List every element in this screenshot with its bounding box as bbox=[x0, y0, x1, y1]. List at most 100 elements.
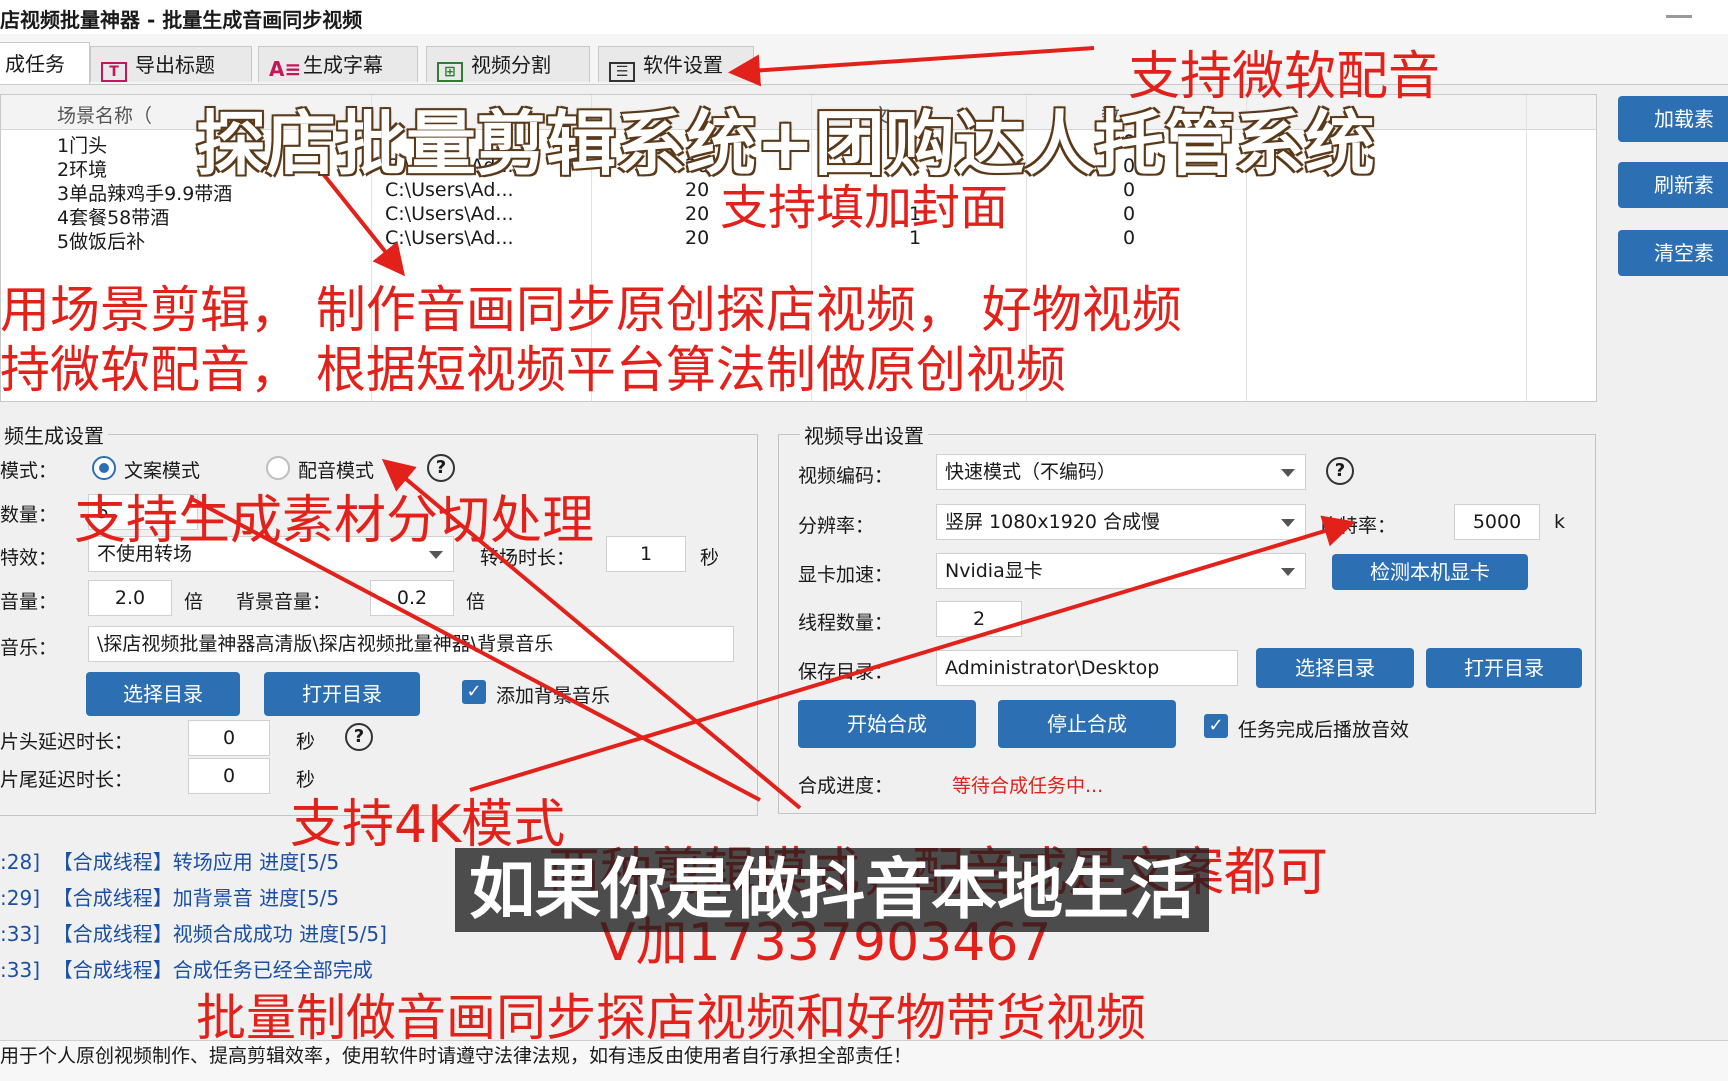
cell-count: 0 bbox=[1123, 203, 1136, 225]
log-timestamp: :33] bbox=[0, 958, 40, 982]
gpu-label: 显卡加速： bbox=[798, 564, 894, 586]
title-icon: T bbox=[101, 62, 127, 82]
annotation-split: 支持生成素材分切处理 bbox=[74, 491, 595, 551]
transition-duration-input[interactable]: 1 bbox=[606, 536, 686, 572]
tab-label: 视频分割 bbox=[471, 53, 551, 77]
log-line: :29] 【合成线程】加背景音 进度[5/5 bbox=[0, 882, 339, 911]
bg-volume-unit: 倍 bbox=[466, 591, 486, 613]
log-timestamp: :33] bbox=[0, 922, 40, 946]
tab-label: 导出标题 bbox=[135, 53, 215, 77]
save-choose-dir-button[interactable]: 选择目录 bbox=[1256, 648, 1414, 688]
overlay-title: 探店批量剪辑系统+团购达人托管系统 bbox=[196, 103, 1375, 185]
bitrate-unit: k bbox=[1554, 511, 1566, 533]
tab-label: 成任务 bbox=[5, 52, 65, 76]
cell-scene-name: 4套餐58带酒 bbox=[57, 207, 170, 229]
music-choose-dir-button[interactable]: 选择目录 bbox=[86, 672, 240, 716]
log-line: :33] 【合成线程】视频合成成功 进度[5/5] bbox=[0, 918, 387, 947]
tab-subtitle[interactable]: A≡生成字幕 bbox=[258, 46, 418, 82]
add-bg-music-checkbox[interactable]: ✓ bbox=[462, 680, 486, 704]
tab-label: 生成字幕 bbox=[303, 53, 383, 77]
cell-scene-name: 2环境 bbox=[57, 159, 108, 181]
volume-input[interactable]: 2.0 bbox=[88, 580, 172, 616]
start-compose-button[interactable]: 开始合成 bbox=[798, 700, 976, 748]
tab-settings[interactable]: ☰ 软件设置 bbox=[598, 46, 754, 82]
mode-text-radio[interactable] bbox=[92, 456, 116, 480]
chevron-down-icon bbox=[1281, 519, 1295, 527]
tab-export-title[interactable]: T 导出标题 bbox=[90, 46, 252, 82]
save-open-dir-button[interactable]: 打开目录 bbox=[1426, 648, 1582, 688]
chevron-down-icon bbox=[1281, 568, 1295, 576]
window-title: 店视频批量神器 - 批量生成音画同步视频 bbox=[0, 8, 363, 32]
tab-split[interactable]: ⊞ 视频分割 bbox=[426, 46, 590, 82]
codec-select[interactable]: 快速模式（不编码） bbox=[936, 454, 1306, 490]
help-icon[interactable]: ? bbox=[1326, 457, 1354, 485]
settings-icon: ☰ bbox=[609, 62, 635, 82]
cell-scene-name: 1门头 bbox=[57, 135, 108, 157]
resolution-label: 分辨率： bbox=[798, 515, 875, 537]
bitrate-label: 比特率： bbox=[1320, 515, 1397, 537]
split-icon: ⊞ bbox=[437, 62, 463, 82]
gpu-value: Nvidia显卡 bbox=[945, 560, 1043, 582]
log-text: 【合成线程】视频合成成功 进度[5/5] bbox=[52, 922, 387, 946]
head-delay-input[interactable]: 0 bbox=[188, 720, 270, 756]
volume-unit: 倍 bbox=[184, 591, 204, 613]
head-delay-unit: 秒 bbox=[296, 731, 316, 753]
cell-path: C:\Users\Ad... bbox=[385, 203, 514, 225]
generate-settings-title: 频生成设置 bbox=[0, 420, 108, 449]
volume-label: 音量： bbox=[0, 591, 58, 613]
play-sound-checkbox[interactable]: ✓ bbox=[1204, 714, 1228, 738]
detect-gpu-button[interactable]: 检测本机显卡 bbox=[1332, 554, 1528, 590]
cell-path: C:\Users\Ad... bbox=[385, 227, 514, 249]
tail-delay-label: 片尾延迟时长： bbox=[0, 769, 134, 791]
export-settings-title: 视频导出设置 bbox=[800, 420, 928, 449]
minimize-button[interactable] bbox=[1666, 15, 1692, 18]
cell-count: 0 bbox=[1123, 227, 1136, 249]
help-icon[interactable]: ? bbox=[345, 723, 373, 751]
log-timestamp: :28] bbox=[0, 850, 40, 874]
resolution-select[interactable]: 竖屏 1080x1920 合成慢 bbox=[936, 504, 1306, 540]
effect-label: 特效： bbox=[0, 547, 58, 569]
clear-material-button[interactable]: 清空素 bbox=[1618, 230, 1728, 276]
load-material-button[interactable]: 加载素 bbox=[1618, 96, 1728, 142]
music-label: 音乐： bbox=[0, 637, 58, 659]
save-dir-label: 保存目录： bbox=[798, 661, 894, 683]
export-settings-group bbox=[778, 434, 1596, 814]
threads-label: 线程数量： bbox=[798, 612, 894, 634]
bg-volume-input[interactable]: 0.2 bbox=[370, 580, 454, 616]
bg-volume-label: 背景音量： bbox=[236, 591, 332, 613]
subtitle-icon: A≡ bbox=[269, 57, 302, 81]
video-caption: 如果你是做抖音本地生活 bbox=[455, 848, 1209, 932]
tab-label: 软件设置 bbox=[643, 53, 723, 77]
codec-value: 快速模式（不编码） bbox=[945, 461, 1117, 483]
cell-value-a: 20 bbox=[685, 227, 710, 249]
progress-status: 等待合成任务中... bbox=[952, 775, 1104, 797]
resolution-value: 竖屏 1080x1920 合成慢 bbox=[945, 511, 1161, 533]
save-dir-input[interactable]: Administrator\Desktop bbox=[936, 650, 1238, 686]
annotation-line2: 持微软配音， 根据短视频平台算法制做原创视频 bbox=[0, 341, 1066, 399]
progress-label: 合成进度： bbox=[798, 775, 894, 797]
log-text: 【合成线程】加背景音 进度[5/5 bbox=[52, 886, 340, 910]
count-label: 数量： bbox=[0, 504, 58, 526]
bitrate-input[interactable]: 5000 bbox=[1454, 504, 1540, 540]
gpu-select[interactable]: Nvidia显卡 bbox=[936, 553, 1306, 589]
threads-input[interactable]: 2 bbox=[936, 601, 1022, 637]
tab-tasks[interactable]: 成任务 bbox=[0, 42, 90, 84]
music-path-input[interactable]: \探店视频批量神器高清版\探店视频批量神器\背景音乐 bbox=[88, 626, 734, 662]
stop-compose-button[interactable]: 停止合成 bbox=[998, 700, 1176, 748]
title-bar: 店视频批量神器 - 批量生成音画同步视频 bbox=[0, 0, 1728, 35]
music-open-dir-button[interactable]: 打开目录 bbox=[264, 672, 420, 716]
codec-label: 视频编码： bbox=[798, 465, 894, 487]
annotation-4k: 支持4K模式 bbox=[290, 795, 566, 855]
transition-unit: 秒 bbox=[700, 547, 720, 569]
refresh-material-button[interactable]: 刷新素 bbox=[1618, 162, 1728, 208]
tab-bar: 成任务 T 导出标题 A≡生成字幕 ⊞ 视频分割 ☰ 软件设置 bbox=[0, 34, 1728, 85]
column-header-scene: 场景名称（ bbox=[57, 105, 153, 127]
mode-voice-radio[interactable] bbox=[266, 456, 290, 480]
add-bg-music-label: 添加背景音乐 bbox=[496, 685, 611, 707]
tail-delay-input[interactable]: 0 bbox=[188, 758, 270, 794]
play-sound-label: 任务完成后播放音效 bbox=[1238, 719, 1410, 741]
log-line: :28] 【合成线程】转场应用 进度[5/5 bbox=[0, 846, 339, 875]
mode-label: 模式： bbox=[0, 460, 58, 482]
cell-value-a: 20 bbox=[685, 203, 710, 225]
cell-scene-name: 5做饭后补 bbox=[57, 231, 146, 253]
